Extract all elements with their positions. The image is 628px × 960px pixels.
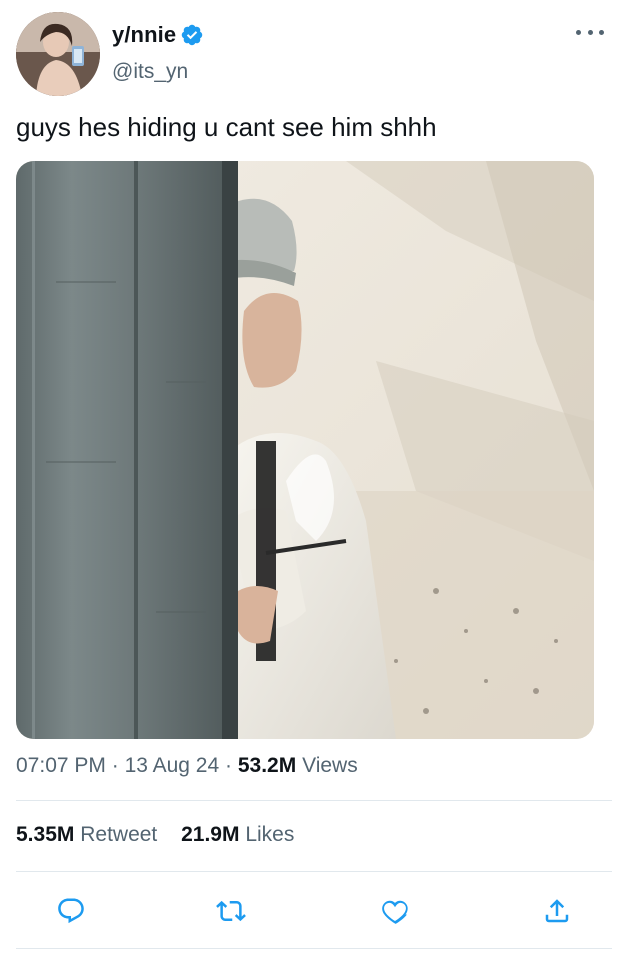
tweet-photo[interactable] [16,161,594,739]
divider [16,800,612,801]
heart-icon[interactable] [378,894,412,928]
tweet-time[interactable]: 07:07 PM [16,754,106,777]
divider [16,871,612,872]
tweet-meta: 07:07 PM · 13 Aug 24 · 53.2M Views [16,754,358,778]
divider [16,948,612,949]
tweet-actions [16,888,612,934]
tweet-text: guys hes hiding u cant see him shhh [16,112,437,142]
retweet-icon[interactable] [214,894,248,928]
reply-icon[interactable] [54,894,88,928]
tweet-date[interactable]: 13 Aug 24 [125,754,220,777]
views-label: Views [302,754,358,777]
likes-label[interactable]: Likes [245,823,294,846]
views-count: 53.2M [237,754,297,777]
separator: · [225,754,233,777]
author-name[interactable]: y/nnie [112,22,176,48]
retweets-label[interactable]: Retweet [80,823,157,846]
more-dots-icon[interactable] [576,26,604,38]
separator: · [111,754,119,777]
tweet-stats: 5.35M Retweet 21.9M Likes [16,823,294,847]
retweets-count[interactable]: 5.35M [16,823,74,846]
verified-badge-icon [180,23,204,47]
author-name-row: y/nnie [112,22,204,48]
author-handle[interactable]: @its_yn [112,60,188,84]
avatar[interactable] [16,12,100,96]
tweet-header: y/nnie @its_yn [16,12,612,100]
share-icon[interactable] [540,894,574,928]
likes-count[interactable]: 21.9M [181,823,239,846]
